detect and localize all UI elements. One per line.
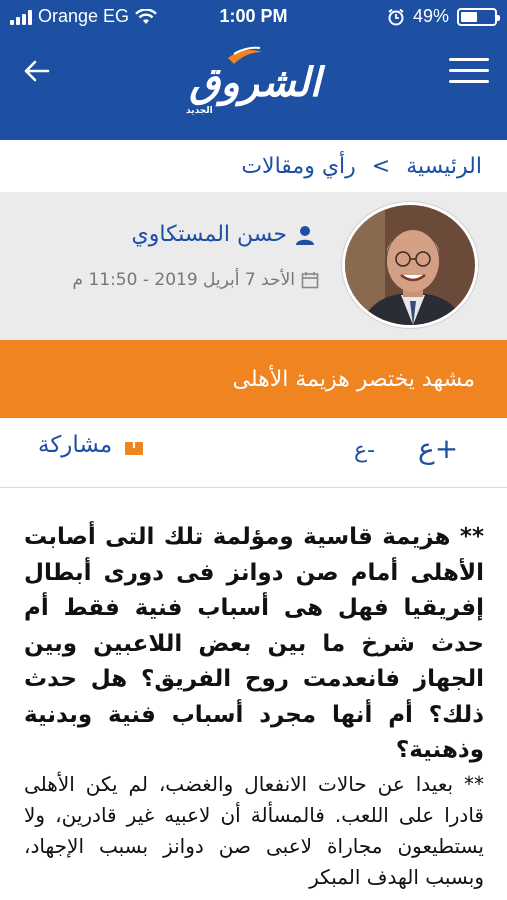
share-icon (125, 435, 144, 455)
article-title: مشهد يختصر هزيمة الأهلى (232, 366, 475, 392)
status-right: 49% (387, 6, 500, 27)
share-button[interactable]: مشاركة (38, 432, 144, 458)
status-bar: Orange EG 1:00 PM 49% (0, 0, 507, 34)
calendar-icon (301, 272, 319, 289)
battery-percent: 49% (412, 6, 449, 26)
publish-date-row: الأحد 7 أبريل 2019 - 11:50 م (73, 270, 320, 290)
article-lead-paragraph: ** هزيمة قاسية ومؤلمة تلك التى أصابت الأ… (24, 524, 484, 763)
battery-icon (457, 7, 500, 26)
article-toolbar: ع+ ع- مشاركة (0, 418, 507, 488)
font-decrease-button[interactable]: ع- (354, 438, 375, 463)
font-increase-button[interactable]: ع+ (418, 432, 458, 465)
logo-text: الشروق (189, 60, 321, 106)
breadcrumb-home[interactable]: الرئيسية (406, 154, 482, 179)
author-name: حسن المستكاوي (131, 222, 287, 247)
share-label: مشاركة (38, 432, 113, 458)
arrow-left-icon[interactable] (20, 56, 54, 86)
site-logo[interactable]: الشروق الجديد (180, 42, 330, 122)
article-body: ** هزيمة قاسية ومؤلمة تلك التى أصابت الأ… (24, 520, 484, 893)
app-header: الشروق الجديد (0, 34, 507, 140)
user-icon (296, 225, 314, 245)
author-avatar[interactable] (342, 202, 478, 328)
publish-date: الأحد 7 أبريل 2019 - 11:50 م (72, 270, 296, 290)
breadcrumb-section[interactable]: رأي ومقالات (241, 154, 355, 179)
breadcrumb-separator: > (371, 153, 391, 179)
logo-subtitle: الجديد (186, 106, 213, 116)
alarm-icon (388, 8, 404, 25)
author-name-row[interactable]: حسن المستكاوي (132, 222, 315, 247)
author-block: حسن المستكاوي الأحد 7 أبريل 2019 - 11:50… (0, 192, 507, 340)
breadcrumb: الرئيسية > رأي ومقالات (0, 140, 507, 192)
hamburger-menu-icon[interactable] (449, 58, 489, 86)
article-title-bar: مشهد يختصر هزيمة الأهلى (0, 340, 507, 418)
article-paragraph: ** بعيدا عن حالات الانفعال والغضب، لم يك… (24, 771, 484, 889)
